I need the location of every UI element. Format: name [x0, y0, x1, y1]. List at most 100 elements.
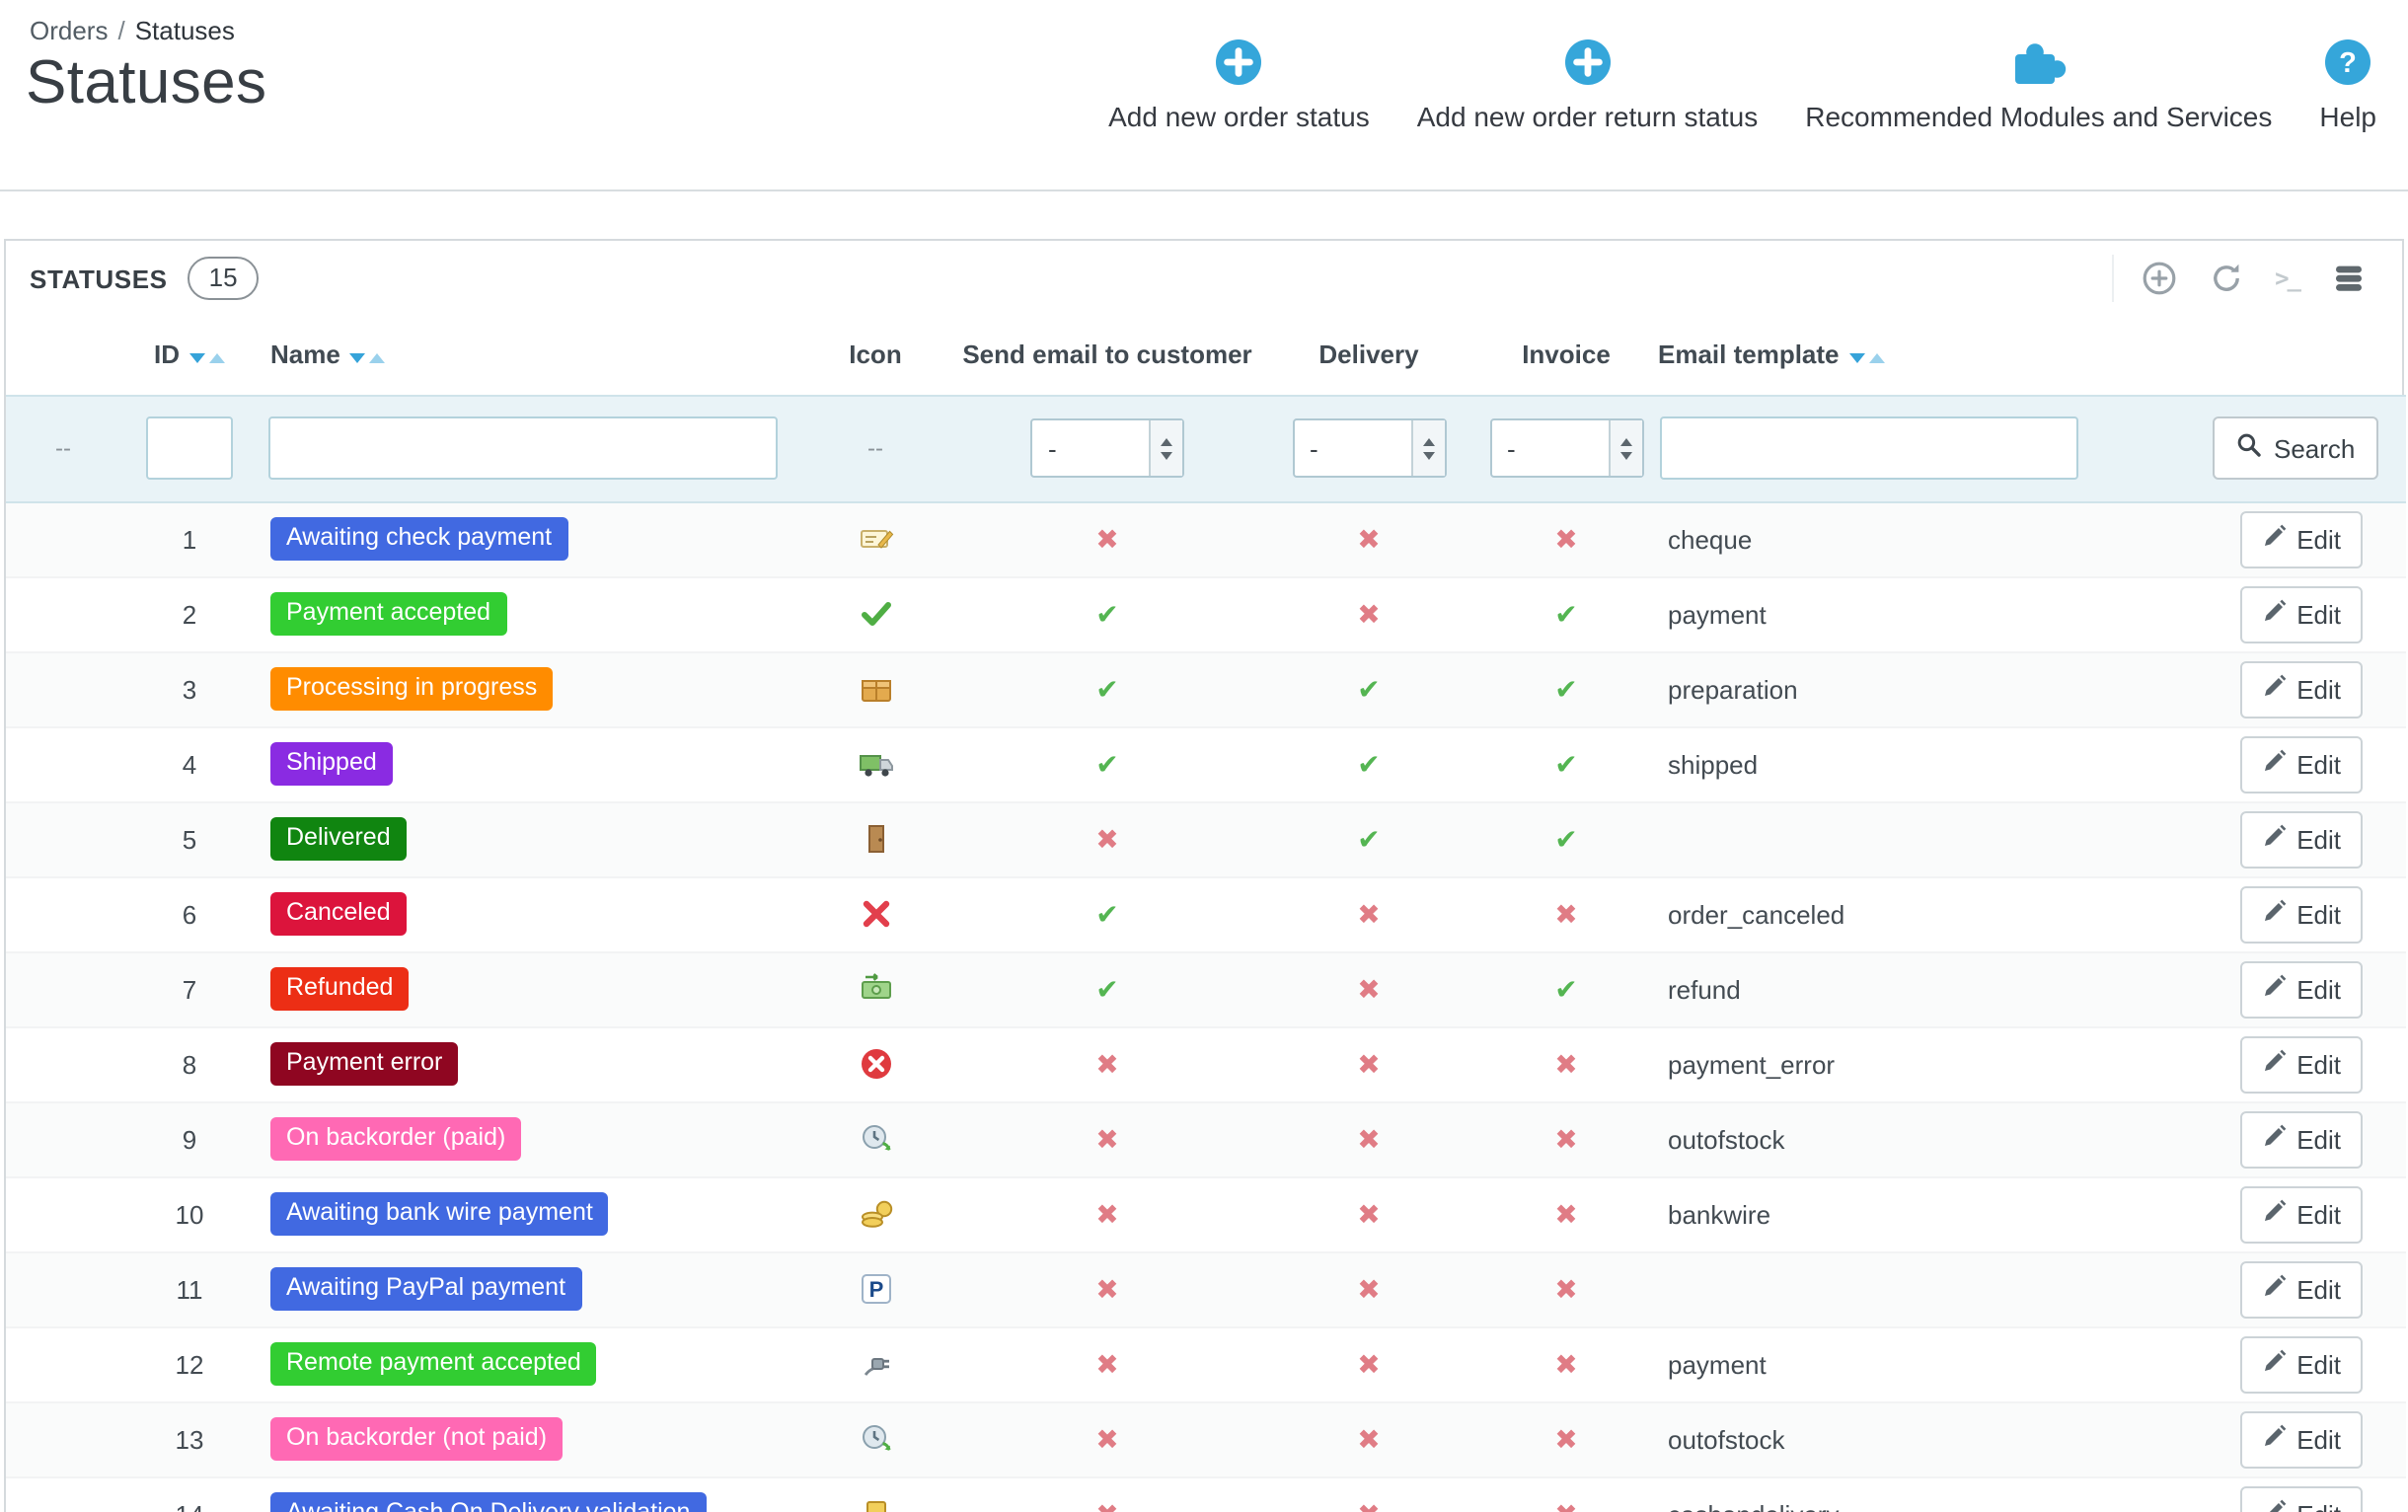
add-new-order-status-button[interactable]: Add new order status [1108, 36, 1370, 132]
table-row: 4 Shipped ✔ ✔ ✔ shipped Edit [6, 726, 2406, 801]
invoice-filter-select[interactable]: - [1489, 418, 1643, 478]
status-badge: Delivered [270, 818, 407, 861]
column-header-select [6, 316, 120, 395]
panel-header: STATUSES 15 >_ [6, 241, 2402, 316]
status-badge: Remote payment accepted [270, 1343, 597, 1386]
table-row: 14 Awaiting Cash On Delivery validation … [6, 1476, 2406, 1512]
pencil-icon [2261, 1048, 2287, 1080]
check-mark-icon: ✔ [1255, 801, 1482, 876]
cross-mark-icon: ✖ [1255, 1026, 1482, 1101]
id-filter-input[interactable] [146, 416, 233, 480]
cross-mark-icon: ✖ [1255, 501, 1482, 576]
edit-button[interactable]: Edit [2239, 1185, 2363, 1243]
delivery-filter-select[interactable]: - [1292, 418, 1446, 478]
help-icon: ? [2323, 36, 2372, 89]
status-table-body: 1 Awaiting check payment ✖ ✖ ✖ cheque Ed… [6, 501, 2406, 1512]
table-row: 7 Refunded ✔ ✖ ✔ refund Edit [6, 951, 2406, 1026]
edit-button[interactable]: Edit [2239, 1335, 2363, 1393]
table-row: 8 Payment error ✖ ✖ ✖ payment_error Edit [6, 1026, 2406, 1101]
search-button[interactable]: Search [2213, 416, 2378, 480]
row-select-cell [6, 501, 120, 576]
edit-button[interactable]: Edit [2239, 960, 2363, 1018]
status-badge: Shipped [270, 743, 393, 786]
status-badge: Refunded [270, 968, 409, 1011]
email-template-value: payment [1650, 1326, 2213, 1401]
column-header-id[interactable]: ID [120, 316, 259, 395]
edit-button[interactable]: Edit [2239, 810, 2363, 868]
email-template-value [1650, 1251, 2213, 1326]
row-select-cell [6, 1326, 120, 1401]
cross-mark-icon: ✖ [959, 1101, 1255, 1176]
header-actions: Add new order status Add new order retur… [1108, 36, 2376, 132]
page-header: Orders/Statuses Statuses Add new order s… [0, 0, 2408, 191]
edit-button[interactable]: Edit [2239, 1485, 2363, 1512]
edit-button[interactable]: Edit [2239, 885, 2363, 943]
check-mark-icon: ✔ [1482, 726, 1650, 801]
edit-button[interactable]: Edit [2239, 660, 2363, 718]
edit-button[interactable]: Edit [2239, 735, 2363, 793]
cross-mark-icon: ✖ [1255, 1101, 1482, 1176]
add-icon[interactable] [2141, 261, 2176, 296]
status-badge: Canceled [270, 893, 407, 936]
name-filter-input[interactable] [268, 416, 778, 480]
refresh-icon[interactable] [2208, 261, 2243, 296]
send-email-filter-select[interactable]: - [1030, 418, 1184, 478]
edit-button[interactable]: Edit [2239, 510, 2363, 567]
cross-mark-icon: ✖ [1255, 951, 1482, 1026]
status-badge: On backorder (paid) [270, 1118, 521, 1161]
status-id: 12 [120, 1326, 259, 1401]
check-mark-icon: ✔ [1255, 726, 1482, 801]
column-header-email-template[interactable]: Email template [1650, 316, 2213, 395]
breadcrumb-separator: / [117, 16, 124, 45]
pencil-icon [2261, 898, 2287, 930]
cod-icon [858, 1497, 893, 1512]
breadcrumb-orders[interactable]: Orders [30, 16, 108, 45]
row-select-cell [6, 801, 120, 876]
edit-button[interactable]: Edit [2239, 585, 2363, 643]
status-badge: Awaiting PayPal payment [270, 1268, 581, 1311]
cross-mark-icon: ✖ [1482, 1101, 1650, 1176]
pencil-icon [2261, 823, 2287, 855]
delivered-icon [858, 822, 893, 852]
status-id: 13 [120, 1401, 259, 1476]
table-filter-row: -- -- - - - [6, 395, 2406, 501]
edit-button[interactable]: Edit [2239, 1035, 2363, 1093]
email-template-value: bankwire [1650, 1176, 2213, 1251]
sort-carets-icon [1849, 341, 1885, 371]
row-select-cell [6, 651, 120, 726]
search-icon [2236, 432, 2262, 464]
pencil-icon [2261, 1273, 2287, 1305]
edit-button[interactable]: Edit [2239, 1410, 2363, 1468]
check-mark-icon: ✔ [959, 576, 1255, 651]
cross-mark-icon: ✖ [959, 1251, 1255, 1326]
email-template-value: payment_error [1650, 1026, 2213, 1101]
status-badge: On backorder (not paid) [270, 1418, 563, 1461]
svg-text:P: P [868, 1277, 883, 1302]
recommended-modules-button[interactable]: Recommended Modules and Services [1805, 36, 2272, 132]
pencil-icon [2261, 1198, 2287, 1230]
row-select-cell [6, 576, 120, 651]
terminal-icon[interactable]: >_ [2275, 265, 2299, 292]
sort-carets-icon [189, 341, 225, 371]
cross-mark-icon: ✖ [959, 1476, 1255, 1512]
check-mark-icon: ✔ [1482, 801, 1650, 876]
cross-mark-icon: ✖ [959, 1026, 1255, 1101]
edit-button[interactable]: Edit [2239, 1110, 2363, 1168]
select-arrows-icon [1410, 420, 1444, 476]
column-header-name[interactable]: Name [259, 316, 791, 395]
pencil-icon [2261, 1498, 2287, 1512]
sql-manager-icon[interactable] [2331, 261, 2367, 296]
row-select-cell [6, 1026, 120, 1101]
email-template-value: outofstock [1650, 1401, 2213, 1476]
email-template-filter-input[interactable] [1660, 416, 2078, 480]
email-template-value: preparation [1650, 651, 2213, 726]
row-select-cell [6, 1401, 120, 1476]
status-badge: Awaiting Cash On Delivery validation [270, 1493, 706, 1512]
help-button[interactable]: ? Help [2319, 36, 2376, 132]
add-new-order-return-status-button[interactable]: Add new order return status [1417, 36, 1759, 132]
cross-mark-icon: ✖ [959, 1326, 1255, 1401]
status-id: 4 [120, 726, 259, 801]
status-id: 6 [120, 876, 259, 951]
pencil-icon [2261, 748, 2287, 780]
edit-button[interactable]: Edit [2239, 1260, 2363, 1318]
